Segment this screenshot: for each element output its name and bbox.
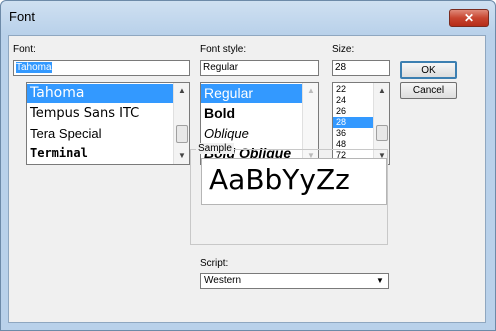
font-list-scrollbar[interactable]: ▲ ▼ xyxy=(173,83,189,164)
size-list-item[interactable]: 26 xyxy=(333,106,346,117)
close-icon: ✕ xyxy=(463,11,475,25)
size-list-item-selected[interactable]: 28 xyxy=(333,117,373,128)
size-input[interactable]: 28 xyxy=(332,60,390,76)
style-list-item-regular[interactable]: Regular xyxy=(201,84,304,103)
cancel-button[interactable]: Cancel xyxy=(400,82,457,99)
scroll-up-icon[interactable]: ▲ xyxy=(374,83,389,99)
scroll-up-icon[interactable]: ▲ xyxy=(303,83,318,99)
close-button[interactable]: ✕ xyxy=(449,9,489,27)
sample-preview: AaBbYyZz xyxy=(201,158,387,205)
script-value: Western xyxy=(204,275,242,286)
scroll-down-icon[interactable]: ▼ xyxy=(174,148,189,164)
size-list-item[interactable]: 36 xyxy=(333,128,346,139)
title-bar[interactable]: Font ✕ xyxy=(1,1,495,34)
script-dropdown[interactable]: Western ▼ xyxy=(200,273,389,289)
font-list-item-tera-special[interactable]: Tera Special xyxy=(27,124,102,143)
font-list-item-tahoma[interactable]: Tahoma xyxy=(27,84,175,103)
font-style-input[interactable]: Regular xyxy=(200,60,319,76)
size-list-item[interactable]: 22 xyxy=(333,84,346,95)
font-name-input[interactable]: Tahoma xyxy=(13,60,190,76)
font-list-item-tempus-sans[interactable]: Tempus Sans ITC xyxy=(27,104,139,123)
font-label: Font: xyxy=(13,44,36,55)
font-style-label: Font style: xyxy=(200,44,247,55)
ok-button[interactable]: OK xyxy=(400,61,457,79)
scroll-thumb[interactable] xyxy=(176,125,188,143)
sample-label: Sample xyxy=(196,143,234,154)
font-list[interactable]: Tahoma Tempus Sans ITC Tera Special Term… xyxy=(26,82,190,165)
scroll-up-icon[interactable]: ▲ xyxy=(174,83,189,99)
script-label: Script: xyxy=(200,258,229,269)
sample-text: AaBbYyZz xyxy=(209,163,350,196)
size-label: Size: xyxy=(332,44,355,55)
style-list-item-bold[interactable]: Bold xyxy=(201,104,235,123)
size-list-item[interactable]: 24 xyxy=(333,95,346,106)
style-list-item-oblique[interactable]: Oblique xyxy=(201,124,249,143)
font-name-value: Tahoma xyxy=(16,62,52,73)
scroll-thumb[interactable] xyxy=(376,125,388,141)
font-list-item-terminal[interactable]: Terminal xyxy=(27,144,88,163)
dialog-title: Font xyxy=(9,9,36,24)
chevron-down-icon[interactable]: ▼ xyxy=(372,274,388,288)
